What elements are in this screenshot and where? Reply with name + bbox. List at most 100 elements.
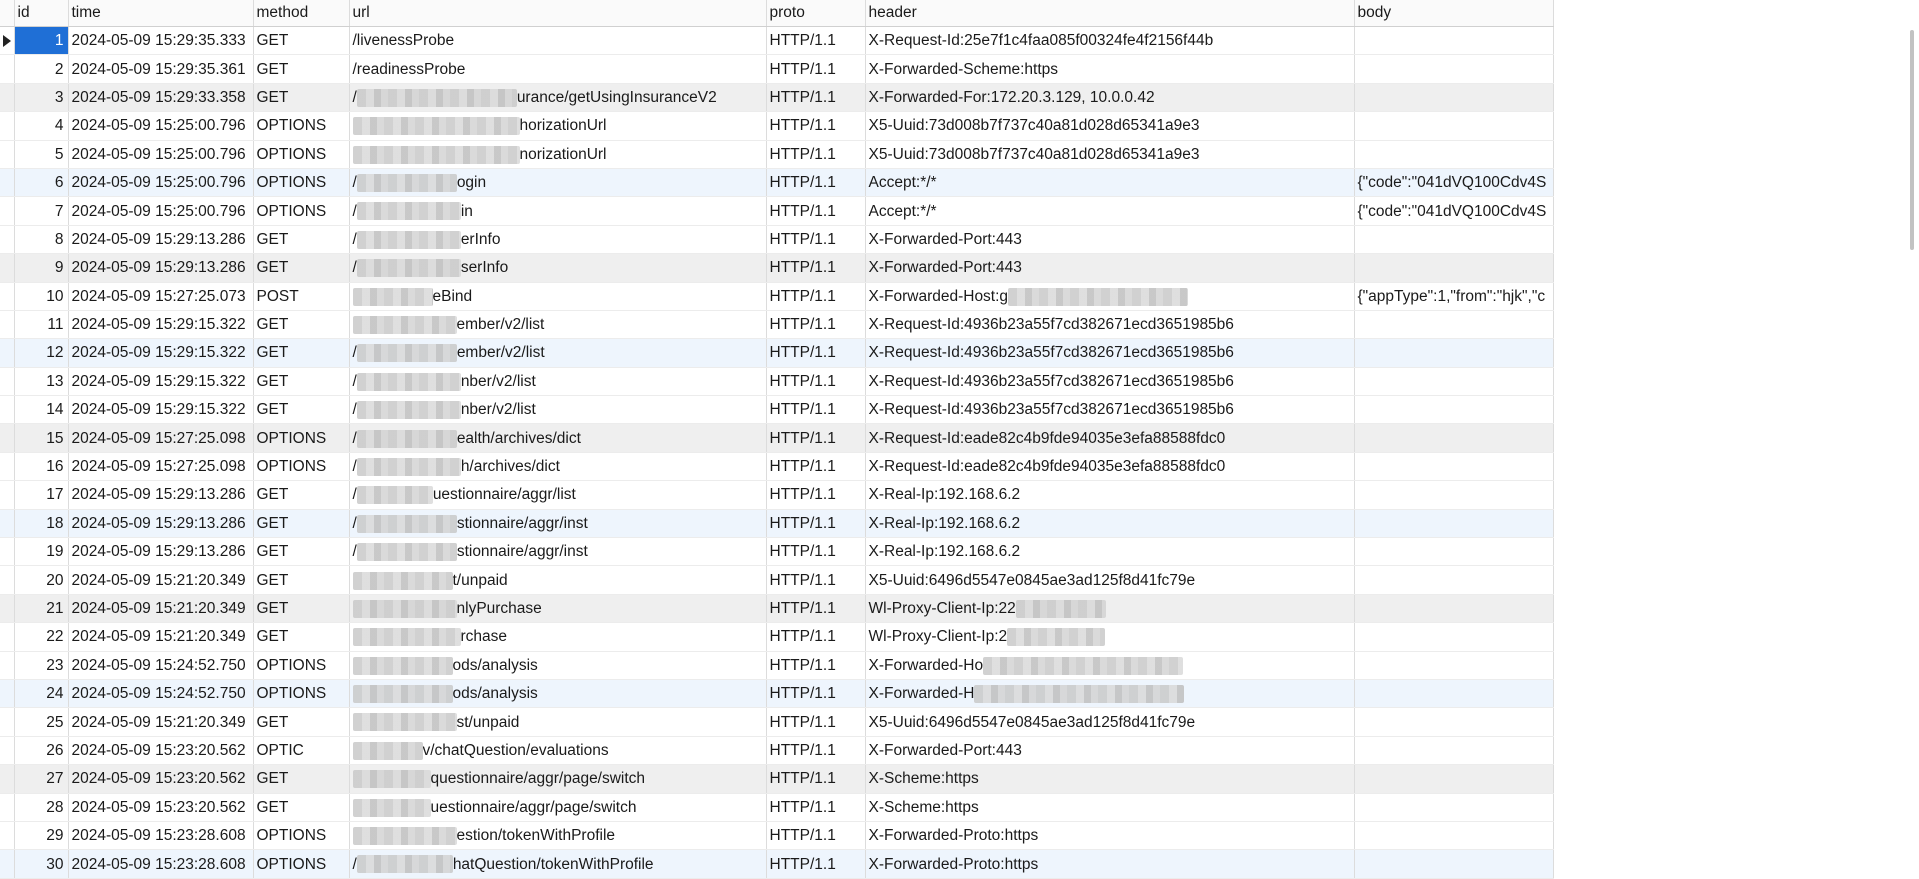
table-row[interactable]: 24 2024-05-09 15:24:52.750 OPTIONS ods/anal… (0, 679, 1554, 709)
cell-body[interactable] (1354, 395, 1554, 425)
cell-proto[interactable]: HTTP/1.1 (766, 338, 866, 368)
cell-url[interactable]: / hatQuestion/tokenWithProfile (349, 849, 767, 879)
cell-time[interactable]: 2024-05-09 15:24:52.750 (68, 679, 254, 709)
cell-proto[interactable]: HTTP/1.1 (766, 452, 866, 482)
cell-method[interactable]: GET (253, 367, 350, 397)
cell-header[interactable]: Wl-Proxy-Client-Ip:2 (865, 622, 1355, 652)
cell-id[interactable]: 1 (14, 26, 69, 56)
cell-header[interactable]: Accept:*/* (865, 168, 1355, 198)
cell-id[interactable]: 23 (14, 651, 69, 680)
cell-url[interactable]: eBind (349, 282, 767, 311)
table-row[interactable]: 4 2024-05-09 15:25:00.796 OPTIONS horizatio… (0, 111, 1554, 141)
vertical-scrollbar[interactable] (1903, 0, 1919, 866)
row-indicator[interactable] (0, 196, 15, 226)
cell-proto[interactable]: HTTP/1.1 (766, 764, 866, 794)
cell-time[interactable]: 2024-05-09 15:23:20.562 (68, 764, 254, 794)
cell-method[interactable]: GET (253, 26, 350, 56)
cell-body[interactable]: {"code":"041dVQ100Cdv4S (1354, 168, 1554, 198)
cell-body[interactable] (1354, 821, 1554, 851)
table-row[interactable]: 1 2024-05-09 15:29:35.333 GET/livenessProb… (0, 26, 1554, 56)
cell-body[interactable] (1354, 225, 1554, 255)
cell-header[interactable]: X5-Uuid:6496d5547e0845ae3ad125f8d41fc79e (865, 707, 1355, 737)
table-row[interactable]: 13 2024-05-09 15:29:15.322 GET / nber/v2/lis… (0, 367, 1554, 397)
cell-url[interactable]: /livenessProbe (349, 26, 767, 56)
row-indicator[interactable] (0, 594, 15, 624)
cell-header[interactable]: X-Request-Id:eade82c4b9fde94035e3efa8858… (865, 423, 1355, 453)
cell-method[interactable]: GET (253, 622, 350, 652)
cell-time[interactable]: 2024-05-09 15:29:13.286 (68, 509, 254, 539)
cell-url[interactable]: / ealth/archives/dict (349, 423, 767, 453)
cell-url[interactable]: v/chatQuestion/evaluations (349, 736, 767, 766)
cell-id[interactable]: 25 (14, 707, 69, 737)
cell-time[interactable]: 2024-05-09 15:25:00.796 (68, 196, 254, 226)
cell-url[interactable]: / uestionnaire/aggr/list (349, 480, 767, 510)
cell-method[interactable]: GET (253, 395, 350, 425)
cell-body[interactable] (1354, 565, 1554, 595)
cell-time[interactable]: 2024-05-09 15:29:35.361 (68, 54, 254, 84)
cell-header[interactable]: X-Forwarded-Port:443 (865, 225, 1355, 255)
cell-time[interactable]: 2024-05-09 15:25:00.796 (68, 140, 254, 169)
table-row[interactable]: 26 2024-05-09 15:23:20.562 OPTIC v/chatQues… (0, 736, 1554, 766)
row-indicator[interactable] (0, 54, 15, 84)
cell-body[interactable] (1354, 423, 1554, 453)
cell-header[interactable]: X-Forwarded-Host:g (865, 282, 1355, 311)
row-indicator[interactable] (0, 310, 15, 340)
cell-header[interactable]: X-Forwarded-For:172.20.3.129, 10.0.0.42 (865, 83, 1355, 113)
cell-method[interactable]: GET (253, 480, 350, 510)
cell-url[interactable]: / serInfo (349, 253, 767, 283)
cell-body[interactable] (1354, 736, 1554, 766)
cell-proto[interactable]: HTTP/1.1 (766, 282, 866, 311)
cell-method[interactable]: POST (253, 282, 350, 311)
cell-method[interactable]: GET (253, 54, 350, 84)
row-indicator[interactable] (0, 111, 15, 141)
table-row[interactable]: 2 2024-05-09 15:29:35.361 GET/readinessPro… (0, 54, 1554, 84)
row-indicator[interactable] (0, 83, 15, 113)
column-header-time[interactable]: time (68, 0, 254, 27)
cell-proto[interactable]: HTTP/1.1 (766, 509, 866, 539)
table-row[interactable]: 30 2024-05-09 15:23:28.608 OPTIONS / hatQues… (0, 849, 1554, 879)
table-row[interactable]: 19 2024-05-09 15:29:13.286 GET / stionnaire/… (0, 537, 1554, 567)
cell-proto[interactable]: HTTP/1.1 (766, 111, 866, 141)
row-indicator[interactable] (0, 707, 15, 737)
cell-url[interactable]: nlyPurchase (349, 594, 767, 624)
table-row[interactable]: 10 2024-05-09 15:27:25.073 POST eBind HTTP/1… (0, 282, 1554, 311)
row-indicator[interactable] (0, 565, 15, 595)
cell-time[interactable]: 2024-05-09 15:21:20.349 (68, 594, 254, 624)
cell-header[interactable]: X-Request-Id:4936b23a55f7cd382671ecd3651… (865, 395, 1355, 425)
cell-url[interactable]: / h/archives/dict (349, 452, 767, 482)
cell-id[interactable]: 6 (14, 168, 69, 198)
cell-body[interactable] (1354, 452, 1554, 482)
cell-url[interactable]: /readinessProbe (349, 54, 767, 84)
cell-id[interactable]: 3 (14, 83, 69, 113)
table-row[interactable]: 16 2024-05-09 15:27:25.098 OPTIONS / h/archi… (0, 452, 1554, 482)
cell-time[interactable]: 2024-05-09 15:23:28.608 (68, 849, 254, 879)
cell-url[interactable]: / urance/getUsingInsuranceV2 (349, 83, 767, 113)
cell-body[interactable] (1354, 622, 1554, 652)
cell-method[interactable]: OPTIONS (253, 111, 350, 141)
cell-body[interactable] (1354, 764, 1554, 794)
cell-url[interactable]: / ogin (349, 168, 767, 198)
table-row[interactable]: 21 2024-05-09 15:21:20.349 GET nlyPurchase H… (0, 594, 1554, 624)
cell-id[interactable]: 28 (14, 793, 69, 822)
cell-header[interactable]: X5-Uuid:6496d5547e0845ae3ad125f8d41fc79e (865, 565, 1355, 595)
table-row[interactable]: 3 2024-05-09 15:29:33.358 GET / urance/getUs… (0, 83, 1554, 113)
cell-proto[interactable]: HTTP/1.1 (766, 253, 866, 283)
cell-proto[interactable]: HTTP/1.1 (766, 537, 866, 567)
cell-header[interactable]: X-Forwarded-Proto:https (865, 821, 1355, 851)
cell-id[interactable]: 18 (14, 509, 69, 539)
cell-body[interactable] (1354, 338, 1554, 368)
table-row[interactable]: 28 2024-05-09 15:23:20.562 GET uestionnaire… (0, 793, 1554, 822)
cell-id[interactable]: 10 (14, 282, 69, 311)
cell-proto[interactable]: HTTP/1.1 (766, 651, 866, 680)
cell-id[interactable]: 27 (14, 764, 69, 794)
cell-method[interactable]: OPTIONS (253, 452, 350, 482)
table-row[interactable]: 6 2024-05-09 15:25:00.796 OPTIONS / ogin HTTP… (0, 168, 1554, 198)
cell-header[interactable]: X-Forwarded-Scheme:https (865, 54, 1355, 84)
cell-url[interactable]: / erInfo (349, 225, 767, 255)
cell-body[interactable] (1354, 253, 1554, 283)
cell-url[interactable]: / stionnaire/aggr/inst (349, 509, 767, 539)
cell-method[interactable]: OPTIONS (253, 140, 350, 169)
cell-proto[interactable]: HTTP/1.1 (766, 395, 866, 425)
cell-proto[interactable]: HTTP/1.1 (766, 793, 866, 822)
cell-id[interactable]: 8 (14, 225, 69, 255)
